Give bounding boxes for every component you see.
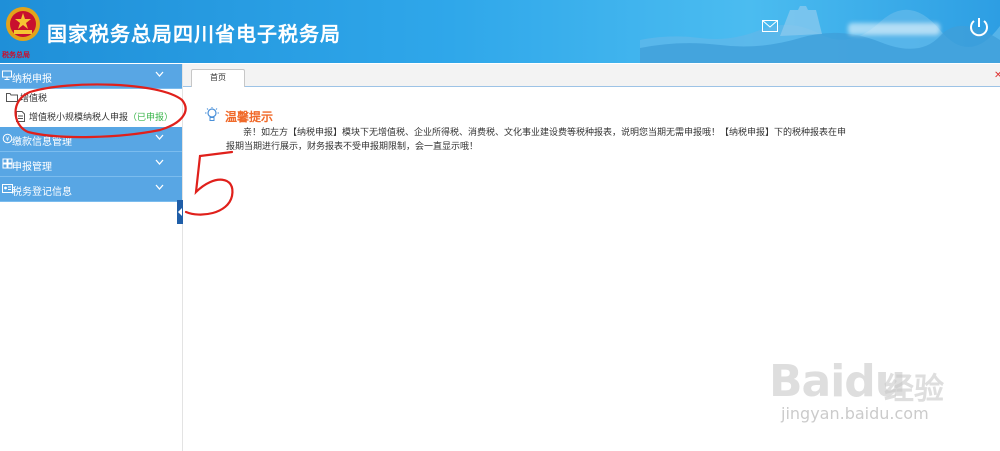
- emblem-caption: 税务总局: [2, 51, 30, 59]
- chevron-down-icon: [155, 134, 164, 140]
- sidebar-group-label: 税务登记信息: [12, 187, 72, 198]
- close-tabs-icon[interactable]: ✕: [994, 70, 1000, 81]
- lightbulb-icon: [205, 107, 219, 121]
- sidebar-submenu: 增值税 增值税小规模纳税人申报（已申报）: [0, 89, 182, 127]
- sidebar-group-label: 缴款信息管理: [12, 137, 72, 148]
- great-wall-background: [640, 6, 1000, 63]
- svg-text:¥: ¥: [6, 136, 10, 143]
- tab-bar: 首页: [183, 64, 1000, 87]
- power-icon[interactable]: [968, 16, 990, 38]
- tab-home[interactable]: 首页: [191, 69, 245, 87]
- folder-icon: [6, 93, 18, 102]
- chevron-down-icon: [155, 159, 164, 165]
- watermark-url: jingyan.baidu.com: [781, 404, 929, 423]
- tree-item-small-scale-vat[interactable]: 增值税小规模纳税人申报（已申报）: [29, 110, 173, 123]
- site-title: 国家税务总局四川省电子税务局: [47, 22, 341, 46]
- sidebar-group-tax-declaration[interactable]: 纳税申报: [0, 64, 182, 89]
- sidebar-group-label: 纳税申报: [12, 74, 52, 85]
- chevron-down-icon: [155, 71, 164, 77]
- chevron-down-icon: [155, 184, 164, 190]
- sidebar-group-payment-info[interactable]: ¥ 缴款信息管理: [0, 127, 182, 152]
- watermark-brand-cn: 经验: [884, 372, 944, 407]
- status-declared: （已申报）: [128, 113, 174, 123]
- mail-icon[interactable]: [762, 20, 778, 32]
- tree-item-label: 增值税小规模纳税人申报: [29, 113, 129, 123]
- national-emblem-logo: [6, 7, 40, 41]
- sidebar-group-declaration-management[interactable]: 申报管理: [0, 152, 182, 177]
- sidebar-group-label: 申报管理: [12, 162, 52, 173]
- sidebar-group-registration-info[interactable]: 税务登记信息: [0, 177, 182, 202]
- tree-folder-vat[interactable]: 增值税: [20, 91, 47, 104]
- sidebar: 纳税申报 增值税 增值税小规模纳税人申报（已申报） ¥ 缴款信息管理 申报管理 …: [0, 64, 183, 451]
- document-icon: [16, 111, 25, 122]
- username-blurred[interactable]: [848, 23, 940, 35]
- tip-title: 温馨提示: [225, 110, 274, 124]
- top-header: 税务总局 国家税务总局四川省电子税务局: [0, 0, 1000, 63]
- tip-text: 亲！如左方【纳税申报】模块下无增值税、企业所得税、消费税、文化事业建设费等税种报…: [226, 128, 847, 152]
